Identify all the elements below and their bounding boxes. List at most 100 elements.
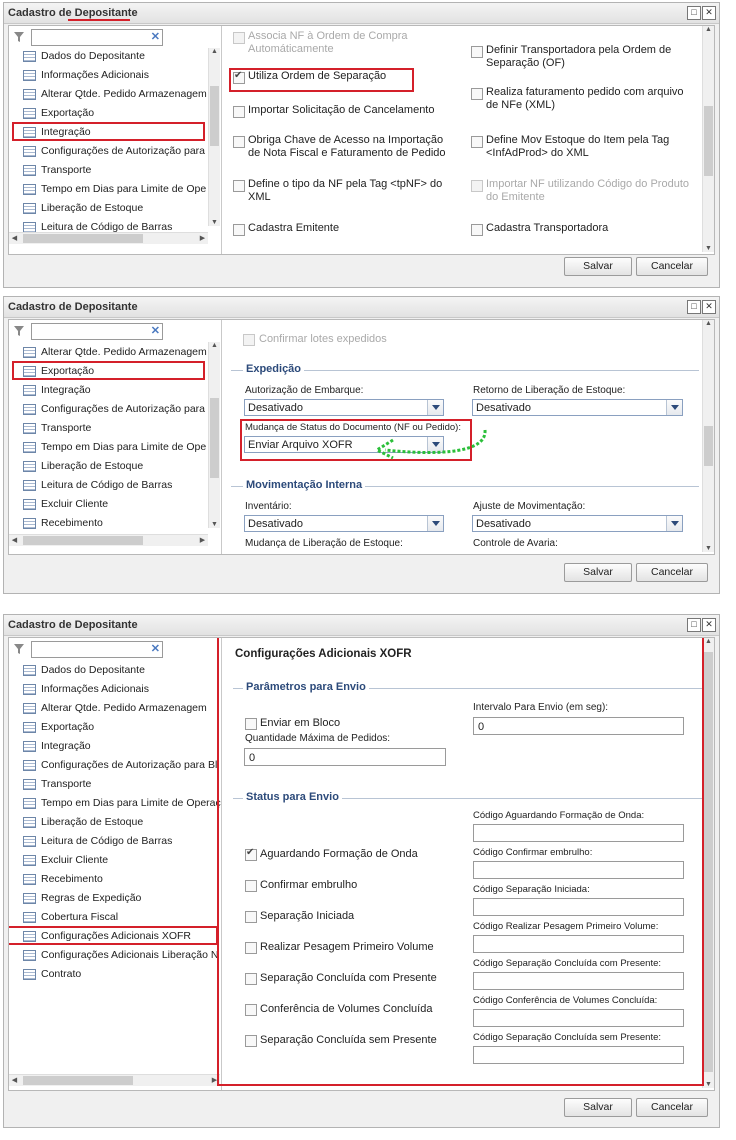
auth-select[interactable]: Desativado [244, 399, 444, 416]
option-checkbox[interactable] [233, 32, 245, 44]
cancel-button[interactable]: Cancelar [636, 1098, 708, 1117]
clear-search-icon[interactable]: ✕ [151, 642, 160, 655]
tree-hscroll[interactable]: ◀ ▶ [9, 534, 208, 546]
chevron-down-icon[interactable] [666, 516, 682, 531]
tree-item[interactable]: Exportação [23, 105, 94, 121]
tree-item[interactable]: Configurações de Autorização para Bl [23, 757, 217, 773]
status-code-input[interactable] [473, 861, 684, 879]
save-button[interactable]: Salvar [564, 563, 632, 582]
cancel-button[interactable]: Cancelar [636, 563, 708, 582]
tree-item[interactable]: Informações Adicionais [23, 67, 149, 83]
tree-item[interactable]: Contrato [23, 966, 81, 982]
scroll-down-icon[interactable]: ▼ [703, 1081, 714, 1088]
inventario-select[interactable]: Desativado [244, 515, 444, 532]
tree-item[interactable]: Alterar Qtde. Pedido Armazenagem [23, 700, 207, 716]
filter-icon[interactable] [13, 325, 25, 337]
clear-search-icon[interactable]: ✕ [151, 324, 160, 337]
tree-item[interactable]: Regras de Expedição [23, 890, 141, 906]
options-vscroll[interactable]: ▲ ▼ [702, 26, 714, 252]
scroll-up-icon[interactable]: ▲ [703, 26, 714, 33]
tree-item[interactable]: Exportação [23, 719, 94, 735]
qtd-input[interactable]: 0 [244, 748, 446, 766]
scroll-left-icon[interactable]: ◀ [9, 1076, 20, 1084]
tree-hscroll[interactable]: ◀ ▶ [9, 1074, 220, 1086]
xofr-vscroll[interactable]: ▲ ▼ [702, 638, 714, 1088]
clear-search-icon[interactable]: ✕ [151, 30, 160, 43]
status-checkbox[interactable] [245, 942, 257, 954]
config-vscroll[interactable]: ▲ ▼ [702, 320, 714, 552]
option-checkbox[interactable] [471, 224, 483, 236]
tree-item[interactable]: Integração [23, 124, 91, 140]
tree-item[interactable]: Integração [23, 382, 91, 398]
tree-item[interactable]: Tempo em Dias para Limite de Ope [23, 439, 206, 455]
tree-search-input[interactable]: ✕ [31, 641, 163, 658]
status-code-input[interactable] [473, 824, 684, 842]
option-checkbox[interactable] [233, 136, 245, 148]
tree-item[interactable]: Dados do Depositante [23, 662, 145, 678]
tree-item[interactable]: Excluir Cliente [23, 852, 108, 868]
tree-item[interactable]: Tempo em Dias para Limite de Ope [23, 181, 206, 197]
tree-search-input[interactable]: ✕ [31, 323, 163, 340]
scroll-down-icon[interactable]: ▼ [209, 219, 220, 226]
ajuste-select[interactable]: Desativado [472, 515, 683, 532]
scroll-left-icon[interactable]: ◀ [9, 536, 20, 544]
scroll-down-icon[interactable]: ▼ [209, 521, 220, 528]
maximize-icon[interactable]: □ [687, 300, 701, 314]
scroll-right-icon[interactable]: ▶ [197, 536, 208, 544]
scroll-right-icon[interactable]: ▶ [209, 1076, 220, 1084]
status-checkbox[interactable] [245, 1035, 257, 1047]
enviar-bloco-checkbox[interactable] [245, 718, 257, 730]
status-checkbox[interactable] [245, 911, 257, 923]
cancel-button[interactable]: Cancelar [636, 257, 708, 276]
tree-item[interactable]: Configurações de Autorização para [23, 401, 205, 417]
scroll-left-icon[interactable]: ◀ [9, 234, 20, 242]
tree-item[interactable]: Cobertura Fiscal [23, 909, 118, 925]
tree-item[interactable]: Recebimento [23, 515, 103, 531]
scroll-up-icon[interactable]: ▲ [209, 342, 220, 349]
status-checkbox[interactable] [245, 973, 257, 985]
scroll-up-icon[interactable]: ▲ [209, 48, 220, 55]
scroll-down-icon[interactable]: ▼ [703, 245, 714, 252]
tree-item[interactable]: Alterar Qtde. Pedido Armazenagem [23, 86, 207, 102]
filter-icon[interactable] [13, 31, 25, 43]
tree-item[interactable]: Recebimento [23, 871, 103, 887]
option-checkbox[interactable] [233, 224, 245, 236]
tree-item[interactable]: Integração [23, 738, 91, 754]
intervalo-input[interactable]: 0 [473, 717, 684, 735]
save-button[interactable]: Salvar [564, 257, 632, 276]
status-checkbox[interactable] [245, 1004, 257, 1016]
status-code-input[interactable] [473, 1009, 684, 1027]
tree-item[interactable]: Leitura de Código de Barras [23, 833, 172, 849]
scroll-up-icon[interactable]: ▲ [703, 320, 714, 327]
status-checkbox[interactable] [245, 880, 257, 892]
tree-item[interactable]: Liberação de Estoque [23, 200, 143, 216]
tree-item[interactable]: Liberação de Estoque [23, 814, 143, 830]
tree-search-input[interactable]: ✕ [31, 29, 163, 46]
chevron-down-icon[interactable] [427, 516, 443, 531]
scroll-down-icon[interactable]: ▼ [703, 545, 714, 552]
tree-item[interactable]: Dados do Depositante [23, 48, 145, 64]
status-code-input[interactable] [473, 1046, 684, 1064]
tree-item[interactable]: Transporte [23, 162, 91, 178]
tree-item[interactable]: Exportação [23, 363, 94, 379]
tree-item[interactable]: Configurações Adicionais Liberação N [23, 947, 218, 963]
close-icon[interactable]: ✕ [702, 300, 716, 314]
save-button[interactable]: Salvar [564, 1098, 632, 1117]
status-code-input[interactable] [473, 972, 684, 990]
scroll-right-icon[interactable]: ▶ [197, 234, 208, 242]
status-code-input[interactable] [473, 898, 684, 916]
status-code-input[interactable] [473, 935, 684, 953]
option-checkbox[interactable] [233, 180, 245, 192]
tree-item[interactable]: Configurações de Autorização para [23, 143, 205, 159]
tree-item[interactable]: Tempo em Dias para Limite de Operaç [23, 795, 221, 811]
maximize-icon[interactable]: □ [687, 618, 701, 632]
tree-item[interactable]: Transporte [23, 776, 91, 792]
option-checkbox[interactable] [471, 180, 483, 192]
maximize-icon[interactable]: □ [687, 6, 701, 20]
option-checkbox[interactable] [233, 106, 245, 118]
option-checkbox[interactable] [471, 136, 483, 148]
retorno-select[interactable]: Desativado [472, 399, 683, 416]
tree-item[interactable]: Transporte [23, 420, 91, 436]
chevron-down-icon[interactable] [666, 400, 682, 415]
tree-item[interactable]: Configurações Adicionais XOFR [23, 928, 191, 944]
